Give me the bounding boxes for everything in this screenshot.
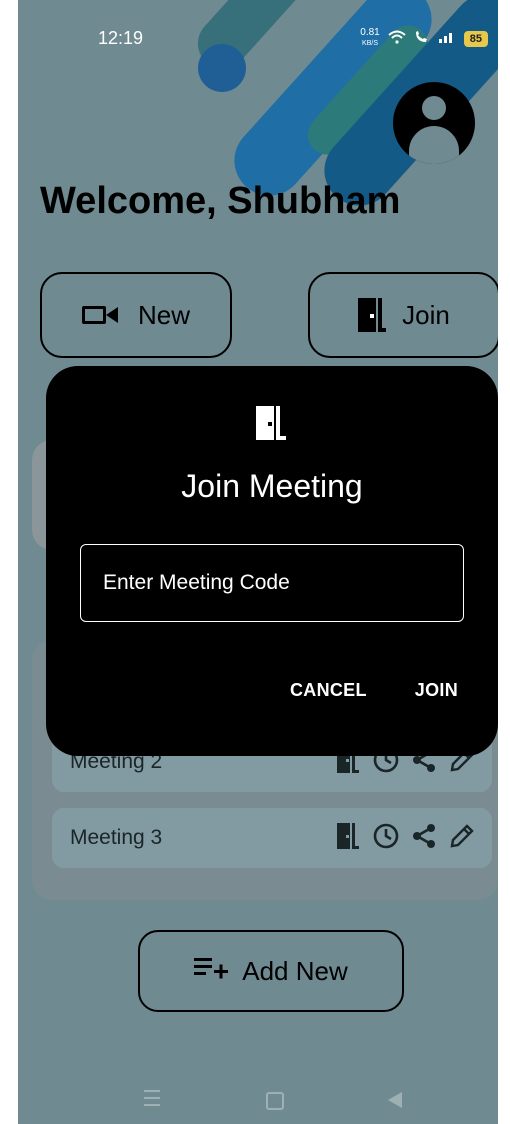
status-icons: 0.81 KB/S 85	[360, 28, 488, 49]
system-nav-bar	[18, 1080, 498, 1120]
avatar-body	[409, 126, 459, 164]
net-speed-value: 0.81	[360, 27, 380, 38]
clock-icon[interactable]	[372, 822, 400, 850]
meeting-name: Meeting 3	[70, 826, 163, 849]
join-button[interactable]: JOIN	[415, 680, 458, 701]
video-camera-icon	[81, 303, 122, 327]
door-icon[interactable]	[334, 822, 362, 850]
home-icon[interactable]	[266, 1092, 284, 1110]
call-icon	[414, 30, 430, 47]
back-icon[interactable]	[388, 1092, 402, 1108]
welcome-title: Welcome, Shubham	[40, 180, 401, 222]
net-speed: 0.81 KB/S	[360, 28, 379, 49]
app-screen: 12:19 0.81 KB/S 85 Welcome, Shubham New …	[18, 0, 498, 1124]
status-time: 12:19	[98, 28, 144, 48]
menu-icon[interactable]	[144, 1090, 160, 1108]
share-icon[interactable]	[410, 822, 438, 850]
profile-avatar[interactable]	[393, 82, 475, 164]
edit-icon[interactable]	[448, 822, 476, 850]
dialog-title: Join Meeting	[181, 468, 363, 504]
wifi-icon	[388, 30, 406, 47]
cancel-button[interactable]: CANCEL	[290, 680, 367, 701]
avatar-head	[422, 96, 446, 120]
dialog-actions: CANCEL JOIN	[290, 680, 458, 701]
join-button-label: Join	[402, 299, 450, 330]
add-new-label: Add New	[242, 955, 348, 986]
add-new-button[interactable]: Add New	[138, 930, 404, 1012]
meeting-code-input[interactable]	[80, 544, 464, 622]
meeting-card[interactable]: Meeting 3	[52, 808, 492, 868]
join-meeting-dialog: Join Meeting CANCEL JOIN	[46, 366, 498, 756]
playlist-add-icon	[194, 956, 229, 987]
meeting-actions	[334, 822, 476, 850]
door-icon	[358, 298, 387, 332]
status-bar: 12:19 0.81 KB/S 85	[18, 0, 498, 70]
net-speed-unit: KB/S	[362, 40, 378, 47]
join-meeting-button[interactable]: Join	[308, 272, 498, 358]
new-meeting-button[interactable]: New	[40, 272, 232, 358]
door-icon	[256, 406, 286, 445]
new-button-label: New	[137, 299, 190, 330]
battery-indicator: 85	[463, 30, 488, 47]
signal-icon	[438, 31, 456, 46]
